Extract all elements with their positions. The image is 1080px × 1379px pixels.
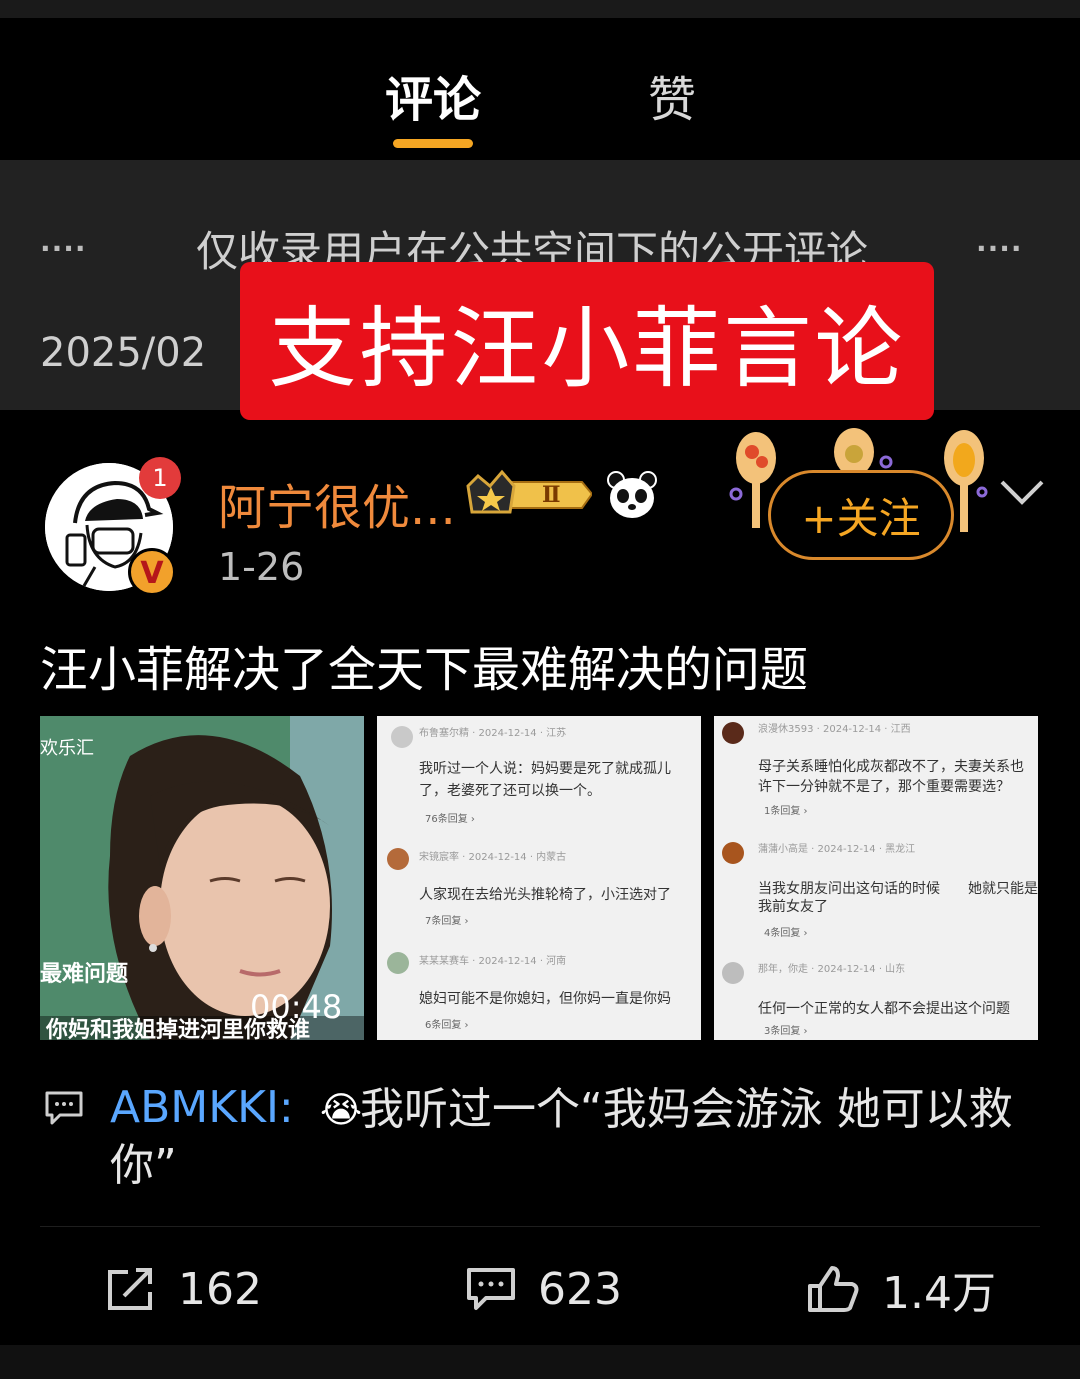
level-text: Ⅱ: [542, 482, 561, 508]
comment-text: 人家现在去给光头推轮椅了，小汪选对了: [419, 887, 671, 903]
comment-meta: 某某某赛车 · 2024-12-14 · 河南: [419, 956, 567, 967]
banner-text: 支持汪小菲言论: [268, 296, 906, 400]
video-channel-logo: 欢乐汇: [40, 738, 94, 759]
comment-text: 当我女朋友问出这句话的时候 她就只能是: [758, 881, 1038, 897]
comment-meta: 布鲁塞尔精 · 2024-12-14 · 江苏: [419, 728, 567, 739]
notification-badge: 1: [139, 457, 181, 499]
crown-level-badge-icon: Ⅱ: [466, 469, 592, 514]
verified-badge: V: [128, 548, 176, 596]
commenter-avatar: [722, 842, 744, 864]
comment-text-cont: 了，老婆死了还可以换一个。: [419, 783, 601, 799]
tab-comments[interactable]: 评论: [385, 60, 481, 130]
reply-count: 3条回复 ›: [764, 1026, 808, 1037]
tab-bar: 评论 赞: [0, 18, 1080, 160]
post-date: 1-26: [218, 545, 305, 589]
share-count: 162: [178, 1263, 262, 1315]
reply-count: 4条回复 ›: [764, 928, 808, 939]
comment-icon: [467, 1268, 515, 1310]
screenshot-thumbnail-1[interactable]: 布鲁塞尔精 · 2024-12-14 · 江苏 我听过一个人说：妈妈要是死了就成…: [377, 716, 701, 1040]
reply-count: 76条回复 ›: [425, 814, 475, 825]
panda-icon: [607, 471, 657, 518]
comment-text: 媳妇可能不是你媳妇，但你妈一直是你妈: [419, 991, 671, 1007]
reply-text: 我听过一个“我妈会游泳 她可以救你”: [110, 1084, 1013, 1191]
comment-text-cont: 我前女友了: [758, 899, 828, 915]
video-duration: 00:48: [250, 988, 343, 1026]
comment-bubble-icon: [45, 1091, 83, 1125]
active-tab-indicator: [393, 139, 473, 148]
share-icon: [108, 1268, 152, 1310]
like-button[interactable]: 1.4万: [806, 1262, 996, 1319]
reply-text-block: 我听过一个“我妈会游泳 她可以救你”: [110, 1082, 1040, 1194]
screenshot-thumbnail-2[interactable]: 浪漫休3593 · 2024-12-14 · 江西 母子关系睡怕化成灰都改不了，…: [714, 716, 1038, 1040]
comment-text: 我听过一个人说：妈妈要是死了就成孤儿: [419, 761, 671, 777]
comment-text: 母子关系睡怕化成灰都改不了，夫妻关系也: [758, 759, 1024, 775]
comment-text: 任何一个正常的女人都不会提出这个问题: [758, 1001, 1010, 1017]
comment-button[interactable]: 623: [466, 1262, 622, 1316]
reply-count: 7条回复 ›: [425, 916, 469, 927]
status-strip: [0, 0, 1080, 18]
commenter-avatar: [722, 722, 744, 744]
commenter-avatar: [387, 952, 409, 974]
commenter-avatar: [391, 726, 413, 748]
post-username[interactable]: 阿宁很优...: [218, 468, 456, 538]
post-text: 汪小菲解决了全天下最难解决的问题: [40, 642, 809, 698]
reply-count: 1条回复 ›: [764, 806, 808, 817]
tab-likes[interactable]: 赞: [648, 60, 696, 130]
overlay-banner: 支持汪小菲言论: [240, 262, 934, 420]
commenter-avatar: [387, 848, 409, 870]
divider: [40, 1226, 1040, 1227]
dots-right: ····: [976, 232, 1023, 265]
thumbs-up-icon: [808, 1266, 859, 1312]
follow-button[interactable]: +关注: [768, 470, 954, 560]
follow-label: +关注: [801, 493, 921, 543]
reply-count: 6条回复 ›: [425, 1020, 469, 1031]
comment-meta: 那年，你走 · 2024-12-14 · 山东: [758, 964, 906, 975]
chevron-down-icon[interactable]: [998, 478, 1046, 508]
commenter-avatar: [722, 962, 744, 984]
comment-meta: 浪漫休3593 · 2024-12-14 · 江西: [758, 724, 911, 735]
dots-left: ····: [40, 232, 87, 265]
comment-count: 623: [538, 1263, 622, 1315]
share-button[interactable]: 162: [106, 1262, 262, 1316]
like-count: 1.4万: [882, 1268, 996, 1319]
archive-date: 2025/02: [40, 330, 207, 376]
comment-meta: 宋镜宸率 · 2024-12-14 · 内蒙古: [419, 852, 567, 863]
video-tag: 最难问题: [40, 962, 129, 987]
bottom-strip: [0, 1345, 1080, 1379]
comment-text-cont: 许下一分钟就不是了，那个重要需要选？: [758, 779, 1010, 795]
comment-meta: 蒲蒲小高是 · 2024-12-14 · 黑龙江: [758, 844, 916, 855]
